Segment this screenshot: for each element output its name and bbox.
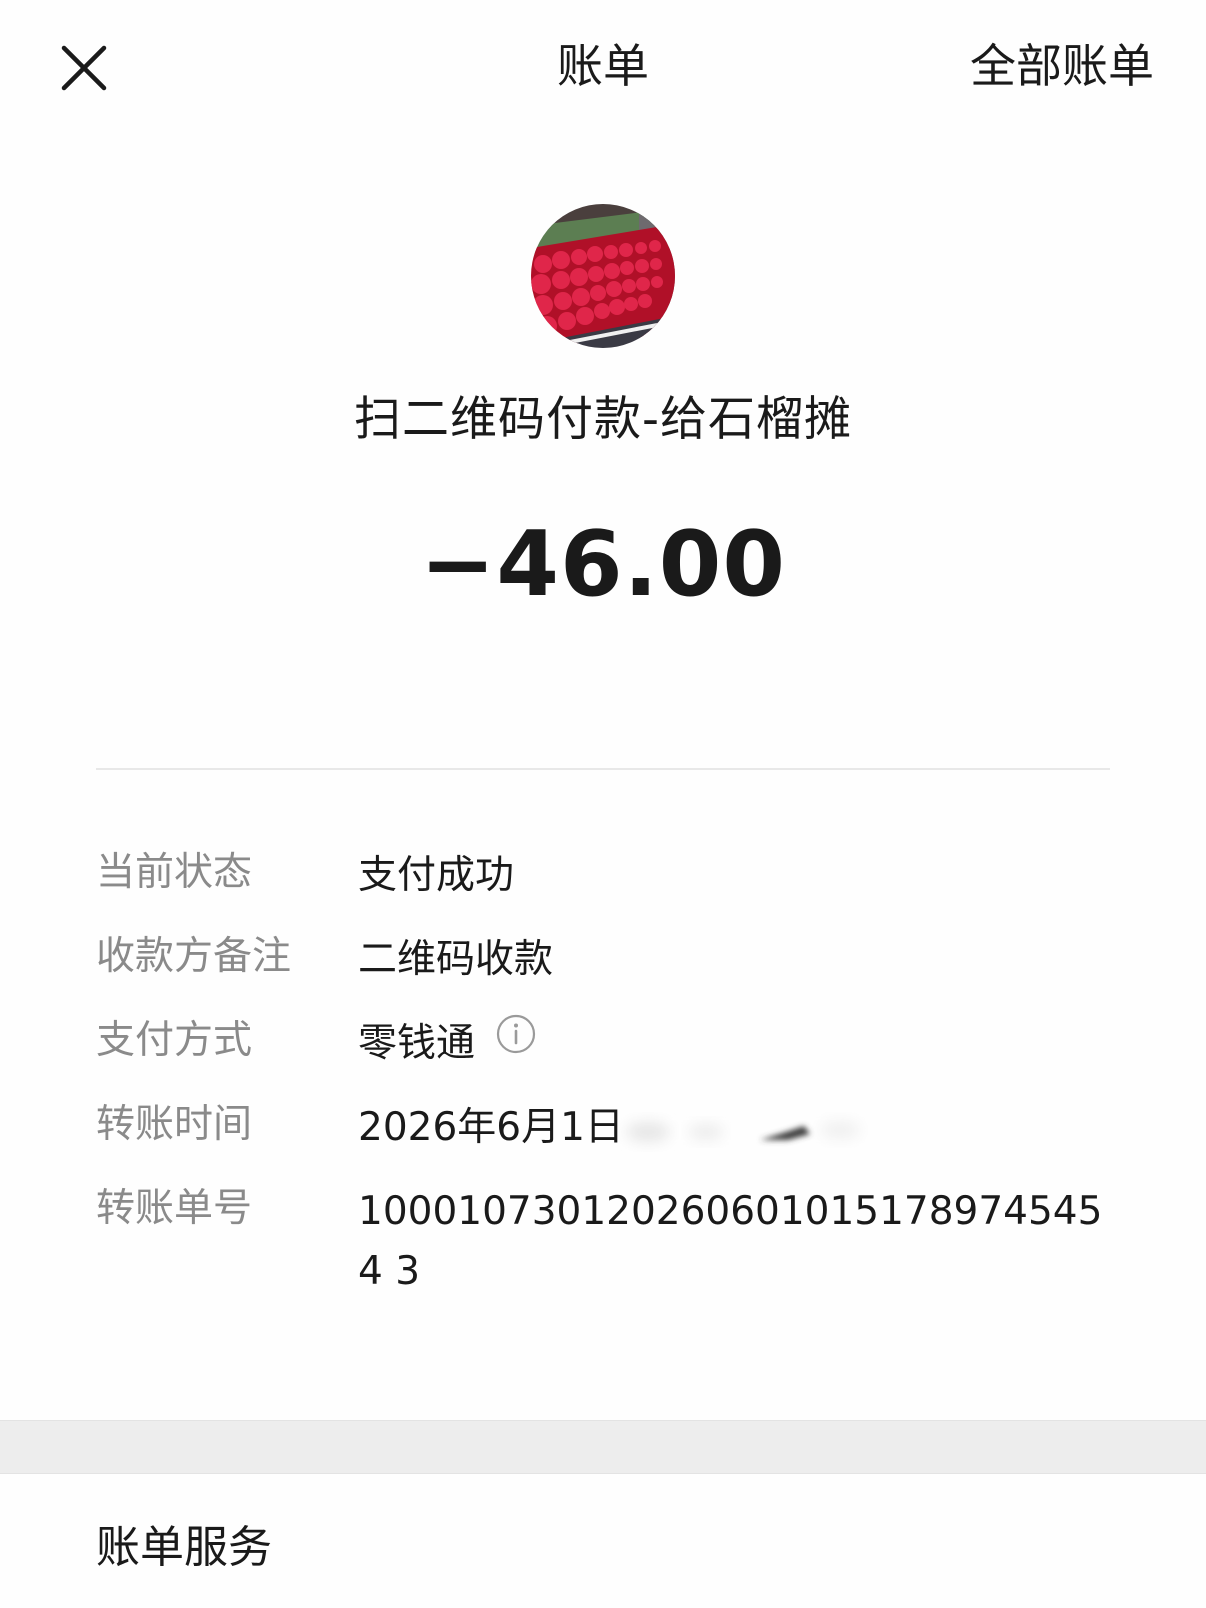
payment-method-label: 支付方式 xyxy=(96,1018,253,1063)
detail-row-transfer-id: 转账单号 1000107301202606010151789745454 3 xyxy=(96,1182,1110,1306)
transfer-id-value: 1000107301202606010151789745454 3 xyxy=(358,1189,1103,1294)
detail-row-transfer-time: 转账时间 2026年6月1日 xyxy=(96,1098,1110,1158)
divider xyxy=(96,768,1110,770)
status-value: 支付成功 xyxy=(358,853,515,898)
payment-method-value-wrap: 零钱通 xyxy=(358,1014,1118,1074)
payment-method-value[interactable]: 零钱通 xyxy=(358,1021,475,1066)
merchant-name: 扫二维码付款-给石榴摊 xyxy=(354,392,852,447)
detail-row-status: 当前状态 支付成功 xyxy=(96,846,1110,906)
redaction-blur xyxy=(617,1102,868,1158)
transfer-time-value-wrap: 2026年6月1日 xyxy=(358,1098,1118,1158)
payee-note-label: 收款方备注 xyxy=(96,934,292,979)
bill-service-title[interactable]: 账单服务 xyxy=(96,1518,272,1578)
detail-row-payment-method: 支付方式 零钱通 xyxy=(96,1014,1110,1074)
all-bills-link[interactable]: 全部账单 xyxy=(970,36,1154,96)
detail-row-payee-note: 收款方备注 二维码收款 xyxy=(96,930,1110,990)
payee-note-value: 二维码收款 xyxy=(358,937,554,982)
top-navigation-bar: 账单 全部账单 xyxy=(0,0,1206,140)
section-separator xyxy=(0,1420,1206,1474)
transfer-time-label: 转账时间 xyxy=(96,1102,253,1147)
transaction-amount: −46.00 xyxy=(419,512,787,617)
info-icon[interactable] xyxy=(495,1013,537,1073)
transfer-id-label: 转账单号 xyxy=(96,1186,253,1231)
transfer-time-value: 2026年6月1日 xyxy=(358,1105,624,1150)
status-label: 当前状态 xyxy=(96,850,253,895)
merchant-avatar xyxy=(531,204,675,348)
